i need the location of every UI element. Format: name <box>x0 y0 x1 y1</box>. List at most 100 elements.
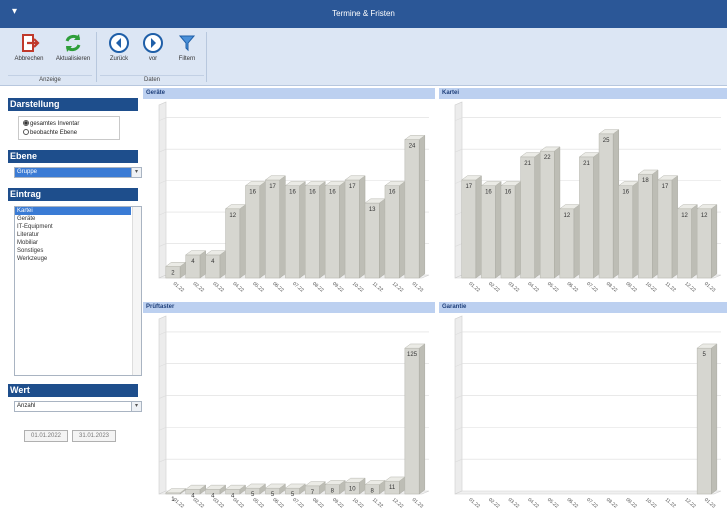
tick-label: 10.22 <box>644 281 658 294</box>
tick-label: 04.22 <box>526 497 540 510</box>
ribbon: Abbrechen Aktualisieren Anzeige Zurück v… <box>0 28 727 86</box>
filtern-button[interactable]: Filtern <box>166 32 208 70</box>
radio-empty-icon <box>23 129 29 135</box>
tick-label: 03.22 <box>507 497 521 510</box>
bar-side <box>671 175 678 279</box>
data-label: 11 <box>389 485 396 491</box>
bar <box>245 185 261 279</box>
bar-side <box>379 198 386 279</box>
scrollbar[interactable] <box>132 207 141 375</box>
tick-label: 05.22 <box>546 497 560 510</box>
chart-panel-geraete: Geräte 2 01.22 4 02.22 4 03.22 12 04.22 16 05.22 1… <box>143 88 435 300</box>
end-date-field[interactable]: 31.01.2023 <box>72 430 116 442</box>
tick-label: 07.22 <box>291 281 305 294</box>
bar-side <box>319 181 326 279</box>
list-item[interactable]: Werkzeuge <box>15 255 141 263</box>
chart-panel-kartei: Kartei 17 01.22 16 02.22 16 03.22 21 04.22 22 05.… <box>439 88 727 300</box>
tick-label: 12.22 <box>683 497 697 510</box>
bar <box>305 185 320 279</box>
ebene-select[interactable]: Gruppe ▾ <box>14 167 142 178</box>
chart-title: Garantie <box>439 302 727 313</box>
darstellung-header: Darstellung <box>8 98 138 111</box>
tick-label: 02.22 <box>487 281 501 294</box>
bar <box>598 133 614 279</box>
data-label: 16 <box>309 190 316 196</box>
eintrag-header: Eintrag <box>8 188 138 201</box>
aktualisieren-button[interactable]: Aktualisieren <box>52 32 94 70</box>
tick-label: 04.22 <box>526 281 540 294</box>
tick-label: 01.23 <box>411 281 425 294</box>
data-label: 16 <box>485 190 492 196</box>
chevron-down-icon[interactable]: ▾ <box>131 402 141 411</box>
forward-icon <box>143 33 163 53</box>
tick-label: 08.22 <box>605 281 619 294</box>
bar-side <box>299 181 306 279</box>
bar <box>559 208 575 279</box>
chart-side-wall <box>454 315 463 495</box>
bar <box>481 185 496 279</box>
wert-header: Wert <box>8 384 138 397</box>
tick-label: 08.22 <box>605 497 619 510</box>
data-label: 17 <box>465 184 472 190</box>
bar-side <box>418 343 426 495</box>
bar <box>285 185 300 279</box>
data-label: 13 <box>369 207 376 213</box>
title-bar: ▾ Termine & Fristen <box>0 0 727 28</box>
radio-beobachte-ebene[interactable]: beobachte Ebene <box>23 128 77 138</box>
tick-label: 01.22 <box>172 497 186 510</box>
tick-label: 05.22 <box>251 497 265 510</box>
chart-side-wall <box>158 315 167 495</box>
list-item[interactable]: Geräte <box>15 215 141 223</box>
bar <box>324 185 340 279</box>
chart-panel-garantie: Garantie 01.22 02.22 03.22 04.22 05.22 06.22 0… <box>439 302 727 516</box>
data-label: 18 <box>642 178 649 184</box>
data-label: 10 <box>349 486 356 492</box>
bar <box>539 150 555 279</box>
abbrechen-button[interactable]: Abbrechen <box>8 32 50 70</box>
bar-side <box>279 175 286 279</box>
bar-side <box>475 175 482 279</box>
radio-selected-icon <box>23 120 29 126</box>
bar <box>618 185 634 279</box>
bar <box>364 202 380 279</box>
tick-label: 01.22 <box>172 281 186 294</box>
wert-select[interactable]: Anzahl ▾ <box>14 401 142 412</box>
tick-label: 09.22 <box>331 497 345 510</box>
bar-side <box>554 146 561 279</box>
bar-side <box>652 169 659 279</box>
bar-side <box>259 181 266 279</box>
bar-side <box>418 134 426 279</box>
data-label: 16 <box>289 190 296 196</box>
list-item[interactable]: IT-Equipment <box>15 223 141 231</box>
data-label: 16 <box>505 190 512 196</box>
back-icon <box>109 33 129 53</box>
tick-label: 05.22 <box>546 281 560 294</box>
tick-label: 10.22 <box>351 497 365 510</box>
tick-label: 03.22 <box>212 281 226 294</box>
data-label: 16 <box>249 190 256 196</box>
tick-label: 03.22 <box>212 497 226 510</box>
chart-side-wall <box>454 101 463 279</box>
start-date-field[interactable]: 01.01.2022 <box>24 430 68 442</box>
group-label-anzeige: Anzeige <box>8 75 92 83</box>
list-item[interactable]: Literatur <box>15 231 141 239</box>
list-item[interactable]: Mobiliar <box>15 239 141 247</box>
eintrag-list[interactable]: Kartei Geräte IT-Equipment Literatur Mob… <box>14 206 142 376</box>
sidebar: Darstellung gesamtes Inventar beobachte … <box>8 90 142 514</box>
chart-geraete: 201.22402.22403.221204.221605.221706.221… <box>158 101 430 294</box>
list-item[interactable]: Kartei <box>15 207 131 215</box>
bar <box>677 208 692 279</box>
list-item[interactable]: Sonstiges <box>15 247 141 255</box>
data-label: 125 <box>407 352 418 358</box>
bar <box>579 156 594 279</box>
tick-label: 04.22 <box>231 497 245 510</box>
tick-label: 01.22 <box>468 281 482 294</box>
tick-label: 09.22 <box>624 281 638 294</box>
tick-label: 10.22 <box>351 281 365 294</box>
data-label: 12 <box>564 213 571 219</box>
tick-label: 10.22 <box>644 497 658 510</box>
data-label: 16 <box>329 190 336 196</box>
bar <box>696 347 712 495</box>
tick-label: 06.22 <box>566 497 580 510</box>
chevron-down-icon[interactable]: ▾ <box>131 168 141 177</box>
